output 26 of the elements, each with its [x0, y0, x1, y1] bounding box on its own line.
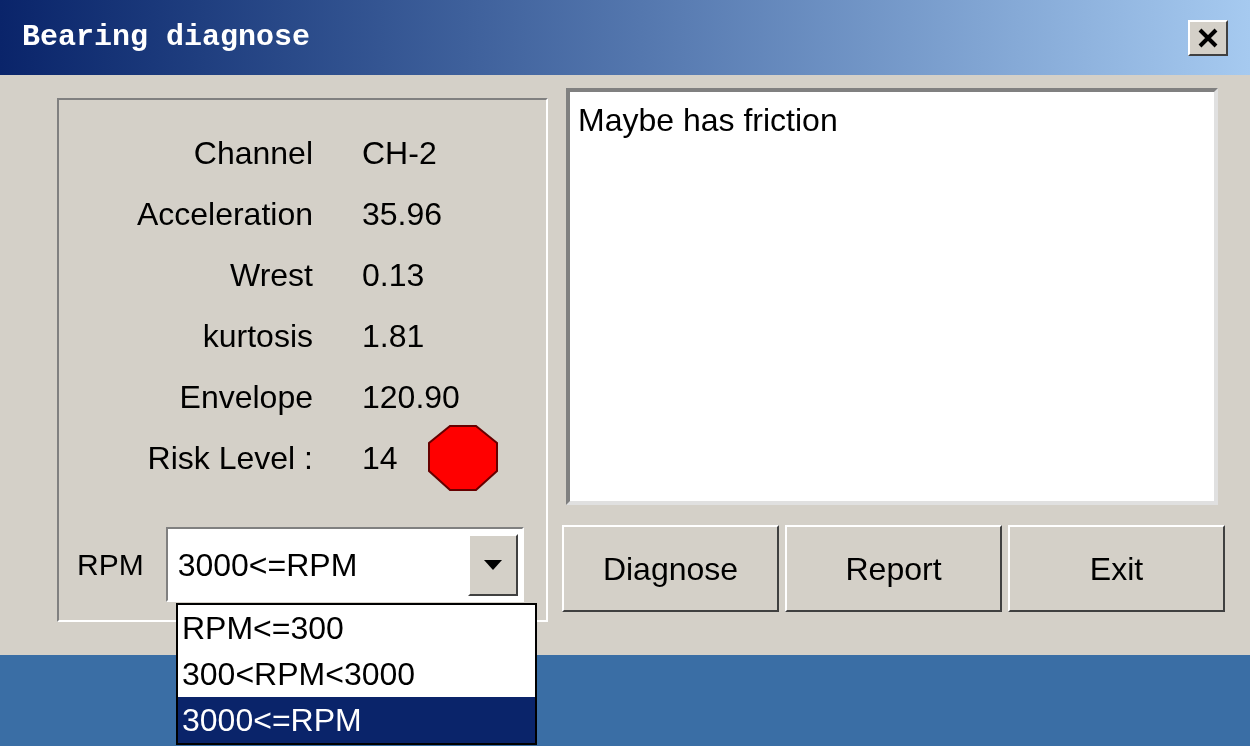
dropdown-arrow-button[interactable] [467, 533, 518, 596]
reading-label: Acceleration [135, 194, 313, 234]
close-button[interactable] [1188, 19, 1228, 56]
close-icon [1197, 26, 1219, 49]
caret-icon [483, 559, 502, 570]
reading-label: Channel [192, 133, 313, 173]
result-text-area[interactable]: Maybe has friction [566, 88, 1218, 505]
action-button[interactable]: Diagnose [562, 525, 779, 612]
rpm-option[interactable]: 3000<=RPM [178, 697, 535, 743]
reading-value: 120.90 [362, 377, 460, 417]
rpm-dropdown[interactable]: 3000<=RPM [165, 527, 524, 602]
reading-label: kurtosis [201, 316, 313, 356]
reading-label: Envelope [178, 377, 313, 417]
window-title: Bearing diagnose [22, 19, 311, 56]
result-text: Maybe has friction [578, 102, 838, 138]
reading-value: 1.81 [362, 316, 425, 356]
reading-label: Risk Level : [146, 438, 313, 478]
risk-indicator-icon [427, 424, 498, 491]
reading-value: CH-2 [362, 133, 437, 173]
reading-value: 35.96 [362, 194, 443, 234]
reading-value: 14 [362, 438, 398, 478]
rpm-label: RPM [77, 547, 144, 583]
action-button[interactable]: Report [785, 525, 1002, 612]
reading-value: 0.13 [362, 255, 425, 295]
reading-label: Wrest [229, 255, 313, 295]
action-button[interactable]: Exit [1008, 525, 1225, 612]
